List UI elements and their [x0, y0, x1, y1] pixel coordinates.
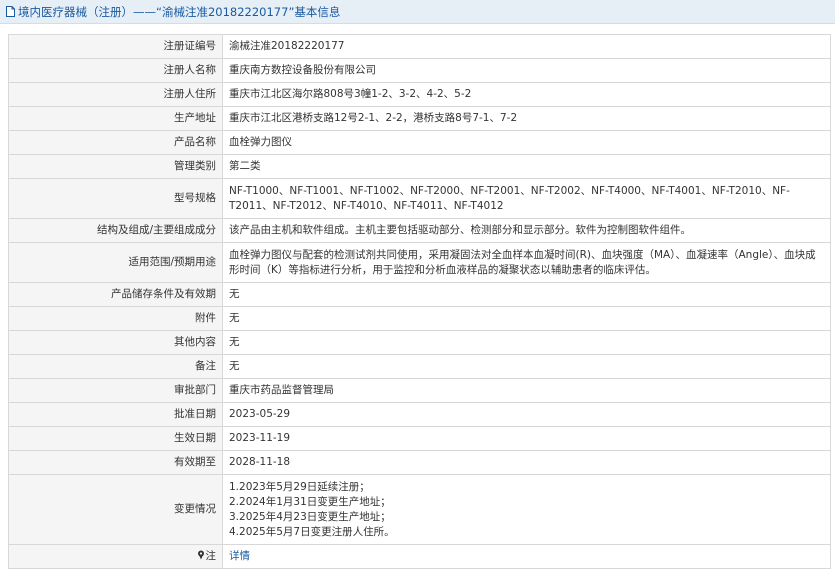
row-value: 无	[222, 282, 831, 307]
row-value: 该产品由主机和软件组成。主机主要包括驱动部分、检测部分和显示部分。软件为控制图软…	[222, 218, 831, 243]
row-value: 血栓弹力图仪与配套的检测试剂共同使用，采用凝固法对全血样本血凝时间(R)、血块强…	[222, 242, 831, 283]
details-link[interactable]: 详情	[229, 550, 250, 562]
table-row: 注册人住所 重庆市江北区海尔路808号3幢1-2、3-2、4-2、5-2	[8, 82, 831, 107]
row-value: 重庆市江北区港桥支路12号2-1、2-2，港桥支路8号7-1、7-2	[222, 106, 831, 131]
row-label: 变更情况	[8, 474, 223, 545]
row-value: 2023-05-29	[222, 402, 831, 427]
table-row: 生效日期 2023-11-19	[8, 426, 831, 451]
pin-icon	[197, 550, 204, 560]
row-label: 审批部门	[8, 378, 223, 403]
change-item: 2.2024年1月31日变更生产地址；	[229, 495, 391, 508]
table-row: 产品储存条件及有效期 无	[8, 282, 831, 307]
table-row: 其他内容 无	[8, 330, 831, 355]
change-item: 3.2025年4月23日变更生产地址；	[229, 510, 391, 523]
row-label: 注册证编号	[8, 34, 223, 59]
row-value: NF-T1000、NF-T1001、NF-T1002、NF-T2000、NF-T…	[222, 178, 831, 219]
row-value: 血栓弹力图仪	[222, 130, 831, 155]
note-value: 详情	[222, 544, 831, 569]
table-row: 注册证编号 渝械注准20182220177	[8, 34, 831, 59]
table-row: 附件 无	[8, 306, 831, 331]
change-history: 1.2023年5月29日延续注册； 2.2024年1月31日变更生产地址； 3.…	[222, 474, 831, 545]
note-label: 注	[205, 550, 217, 562]
table-row: 适用范围/预期用途 血栓弹力图仪与配套的检测试剂共同使用，采用凝固法对全血样本血…	[8, 242, 831, 283]
table-row: 型号规格 NF-T1000、NF-T1001、NF-T1002、NF-T2000…	[8, 178, 831, 219]
change-item: 4.2025年5月7日变更注册人住所。	[229, 525, 395, 538]
table-row: 注 详情	[8, 544, 831, 569]
change-item: 1.2023年5月29日延续注册；	[229, 480, 370, 493]
row-label: 其他内容	[8, 330, 223, 355]
row-label: 型号规格	[8, 178, 223, 219]
device-info-table: 注册证编号 渝械注准20182220177 注册人名称 重庆南方数控设备股份有限…	[8, 34, 831, 569]
table-row: 变更情况 1.2023年5月29日延续注册； 2.2024年1月31日变更生产地…	[8, 474, 831, 545]
row-label: 批准日期	[8, 402, 223, 427]
row-label: 有效期至	[8, 450, 223, 475]
row-label: 适用范围/预期用途	[8, 242, 223, 283]
table-row: 结构及组成/主要组成成分 该产品由主机和软件组成。主机主要包括驱动部分、检测部分…	[8, 218, 831, 243]
row-value: 重庆市药品监督管理局	[222, 378, 831, 403]
table-row: 有效期至 2028-11-18	[8, 450, 831, 475]
row-value: 渝械注准20182220177	[222, 34, 831, 59]
table-row: 备注 无	[8, 354, 831, 379]
row-label: 生效日期	[8, 426, 223, 451]
row-value: 无	[222, 306, 831, 331]
row-value: 重庆南方数控设备股份有限公司	[222, 58, 831, 83]
row-label: 结构及组成/主要组成成分	[8, 218, 223, 243]
table-row: 注册人名称 重庆南方数控设备股份有限公司	[8, 58, 831, 83]
row-label: 注册人住所	[8, 82, 223, 107]
row-label: 管理类别	[8, 154, 223, 179]
row-value: 2023-11-19	[222, 426, 831, 451]
row-label: 备注	[8, 354, 223, 379]
document-icon	[6, 6, 15, 17]
row-value: 重庆市江北区海尔路808号3幢1-2、3-2、4-2、5-2	[222, 82, 831, 107]
row-label: 注册人名称	[8, 58, 223, 83]
table-row: 批准日期 2023-05-29	[8, 402, 831, 427]
page-title: 境内医疗器械（注册）——“渝械注准20182220177”基本信息	[18, 4, 341, 19]
note-label-cell: 注	[8, 544, 223, 569]
table-row: 产品名称 血栓弹力图仪	[8, 130, 831, 155]
row-value: 无	[222, 330, 831, 355]
row-label: 产品名称	[8, 130, 223, 155]
page-header: 境内医疗器械（注册）——“渝械注准20182220177”基本信息	[0, 0, 835, 24]
row-label: 产品储存条件及有效期	[8, 282, 223, 307]
row-value: 无	[222, 354, 831, 379]
row-value: 2028-11-18	[222, 450, 831, 475]
row-value: 第二类	[222, 154, 831, 179]
row-label: 生产地址	[8, 106, 223, 131]
table-row: 审批部门 重庆市药品监督管理局	[8, 378, 831, 403]
table-row: 管理类别 第二类	[8, 154, 831, 179]
row-label: 附件	[8, 306, 223, 331]
table-row: 生产地址 重庆市江北区港桥支路12号2-1、2-2，港桥支路8号7-1、7-2	[8, 106, 831, 131]
